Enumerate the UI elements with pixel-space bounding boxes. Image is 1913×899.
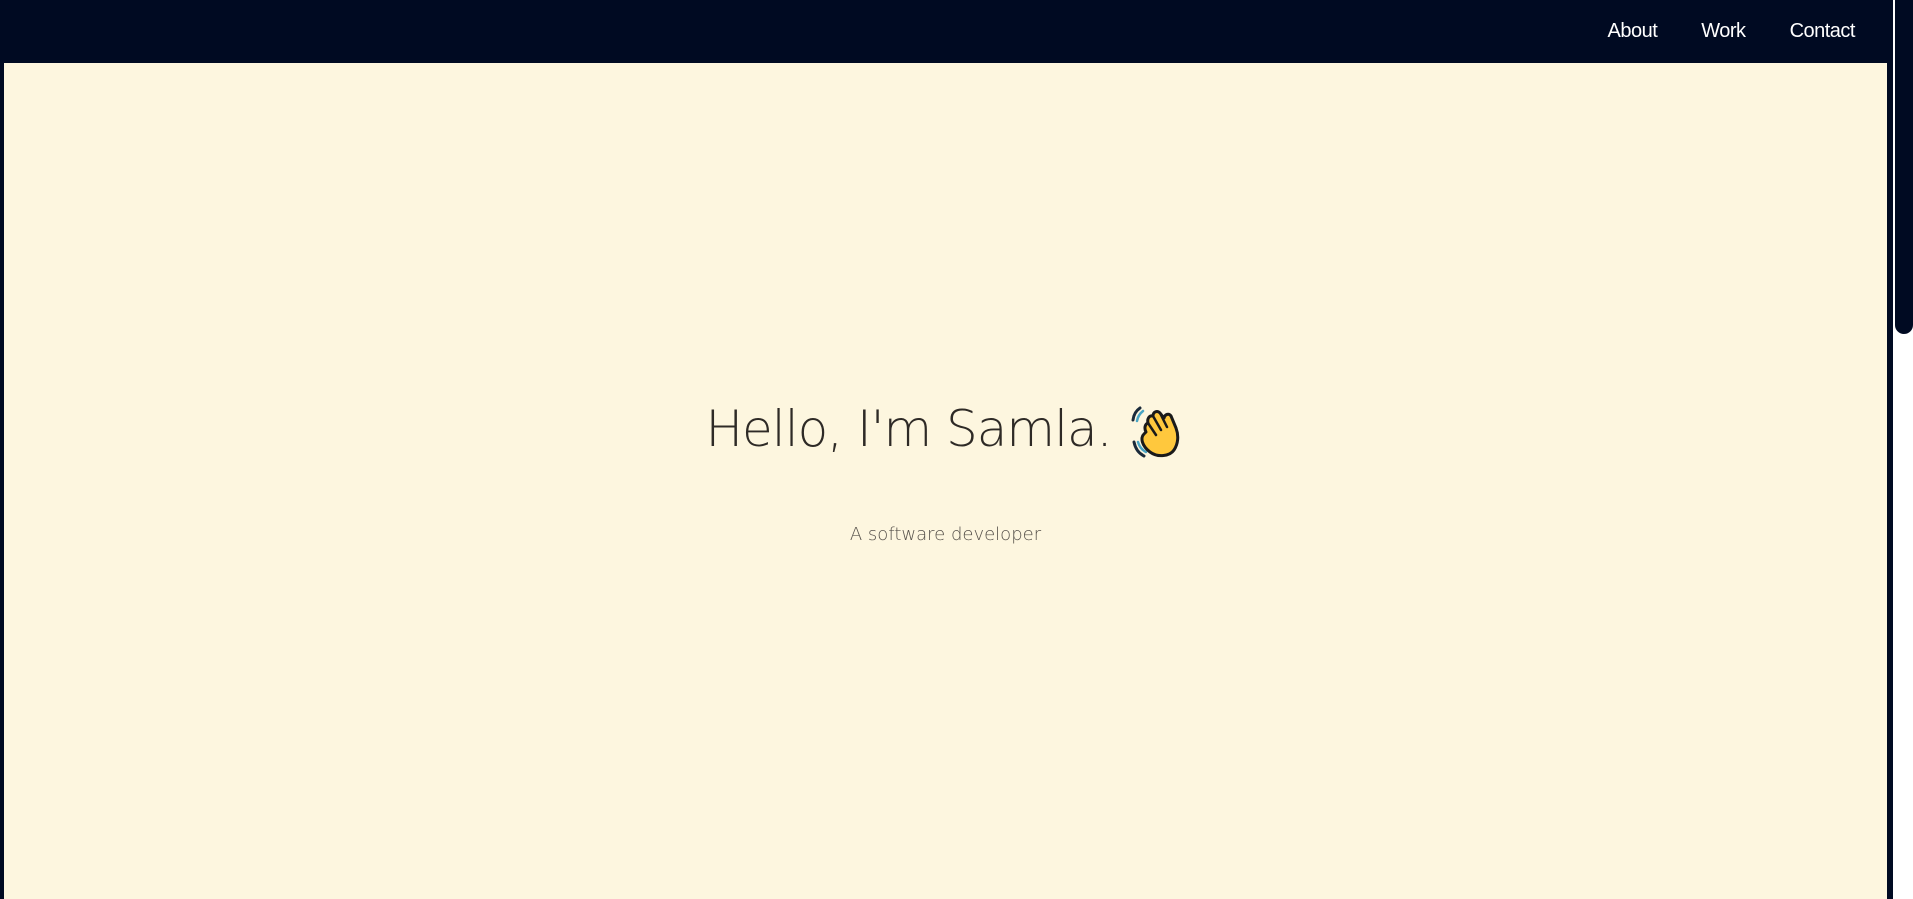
hero-title-text: Hello, I'm Samla. (705, 400, 1112, 458)
page: About Work Contact Hello, I'm Samla. A s… (0, 0, 1913, 899)
nav-link-about[interactable]: About (1607, 20, 1657, 43)
nav-links: About Work Contact (1563, 0, 1855, 63)
top-navbar: About Work Contact (0, 0, 1893, 63)
waving-hand-icon (1128, 402, 1186, 460)
hero-section: Hello, I'm Samla. A software developer (4, 63, 1887, 899)
scrollbar-thumb[interactable] (1895, 0, 1913, 334)
hero-subtitle: A software developer (849, 524, 1042, 545)
nav-link-work[interactable]: Work (1701, 20, 1746, 43)
hero-title: Hello, I'm Samla. (4, 400, 1887, 458)
scrollbar-track[interactable] (1893, 0, 1913, 899)
nav-link-contact[interactable]: Contact (1790, 20, 1856, 43)
